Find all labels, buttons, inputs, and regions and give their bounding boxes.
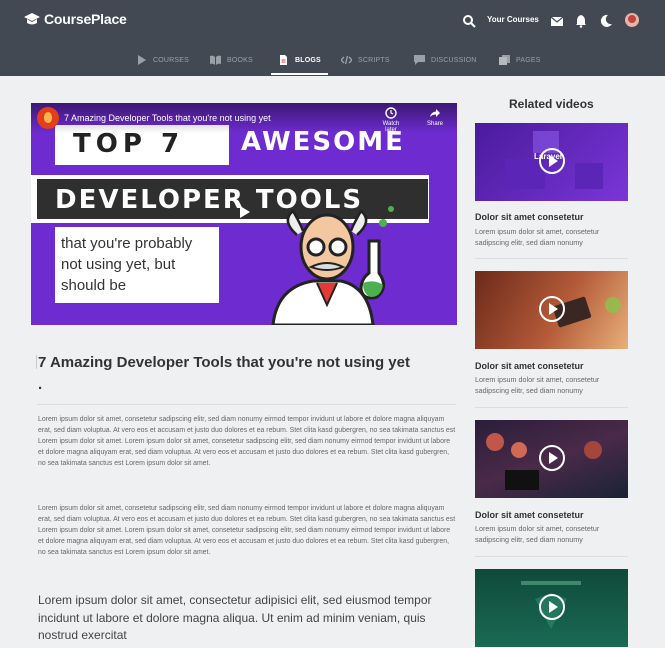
related-divider: [475, 407, 628, 408]
article-title-tail: .: [38, 376, 43, 393]
related-divider: [475, 258, 628, 259]
chat-icon: [414, 55, 425, 65]
nav-item-discussion[interactable]: DISCUSSION: [414, 44, 477, 76]
nav-item-pages[interactable]: PAGES: [499, 44, 541, 76]
nav-label-books: BOOKS: [227, 56, 253, 64]
mail-icon[interactable]: [550, 14, 564, 28]
moon-icon[interactable]: [599, 14, 613, 28]
pages-icon: [499, 55, 510, 65]
play-icon[interactable]: [539, 445, 565, 471]
related-video-title-1[interactable]: Dolor sit amet consetetur: [475, 212, 584, 222]
brand-name: CoursePlace: [44, 11, 127, 27]
article-title: 7 Amazing Developer Tools that you're no…: [36, 352, 458, 393]
play-icon[interactable]: [539, 296, 565, 322]
article-paragraph-2: Lorem ipsum dolor sit amet, consetetur s…: [38, 505, 456, 556]
play-icon[interactable]: [236, 204, 252, 220]
share-label: Share: [426, 121, 443, 127]
top-header: CoursePlace Your Courses: [0, 0, 665, 44]
article-divider: [37, 404, 456, 405]
share-button[interactable]: Share: [420, 107, 450, 127]
article-lead-paragraph: Lorem ipsum dolor sit amet, consectetur …: [38, 593, 432, 642]
related-videos-title: Related videos: [509, 97, 594, 111]
related-video-desc-2: Lorem ipsum dolor sit amet, consetetur s…: [475, 375, 600, 395]
clock-icon: [385, 107, 397, 119]
share-icon: [430, 109, 440, 117]
nav-label-blogs: BLOGS: [295, 56, 321, 64]
related-video-thumb-3[interactable]: [475, 420, 628, 498]
play-icon[interactable]: [539, 148, 565, 174]
play-icon: [138, 55, 146, 65]
related-video-thumb-1[interactable]: Laravel: [475, 123, 628, 201]
related-divider: [475, 556, 628, 557]
professor-illustration: [271, 206, 394, 325]
main-video-player[interactable]: TOP 7 AWESOME DEVELOPER TOOLS that you'r…: [31, 103, 457, 325]
your-courses-link[interactable]: Your Courses: [487, 15, 539, 24]
nav-label-discussion: DISCUSSION: [431, 56, 477, 64]
related-video-title-2[interactable]: Dolor sit amet consetetur: [475, 361, 584, 371]
play-icon[interactable]: [539, 594, 565, 620]
user-avatar[interactable]: [625, 13, 639, 27]
nav-label-courses: COURSES: [153, 56, 190, 64]
nav-item-books[interactable]: BOOKS: [210, 44, 253, 76]
thumb-subtitle: that you're probably not using yet, but …: [55, 227, 219, 303]
channel-avatar[interactable]: [37, 107, 59, 129]
article-title-text: 7 Amazing Developer Tools that you're no…: [38, 354, 410, 371]
document-icon: [280, 55, 287, 65]
nav-label-pages: PAGES: [516, 56, 541, 64]
watch-later-button[interactable]: Watch later: [376, 107, 406, 133]
code-icon: [341, 55, 352, 65]
nav-item-scripts[interactable]: SCRIPTS: [341, 44, 390, 76]
related-video-desc-3: Lorem ipsum dolor sit amet, consetetur s…: [475, 524, 600, 544]
nav-item-courses[interactable]: COURSES: [136, 44, 189, 76]
related-video-desc-1: Lorem ipsum dolor sit amet, consetetur s…: [475, 227, 600, 247]
related-video-thumb-2[interactable]: [475, 271, 628, 349]
related-video-thumb-4[interactable]: [475, 569, 628, 647]
watch-later-label: Watch later: [382, 121, 400, 133]
search-icon[interactable]: [462, 14, 476, 28]
book-icon: [210, 55, 221, 65]
main-nav: COURSES BOOKS BLOGS SCRIPTS DISCUSSION P…: [0, 44, 665, 76]
video-caption[interactable]: 7 Amazing Developer Tools that you're no…: [64, 113, 271, 123]
brand-logo[interactable]: CoursePlace: [23, 11, 127, 27]
nav-label-scripts: SCRIPTS: [358, 56, 390, 64]
related-video-title-3[interactable]: Dolor sit amet consetetur: [475, 510, 584, 520]
bell-icon[interactable]: [574, 14, 588, 28]
graduation-cap-icon: [24, 13, 40, 25]
nav-item-blogs[interactable]: BLOGS: [271, 44, 328, 76]
article-paragraph-1: Lorem ipsum dolor sit amet, consetetur s…: [38, 416, 456, 467]
